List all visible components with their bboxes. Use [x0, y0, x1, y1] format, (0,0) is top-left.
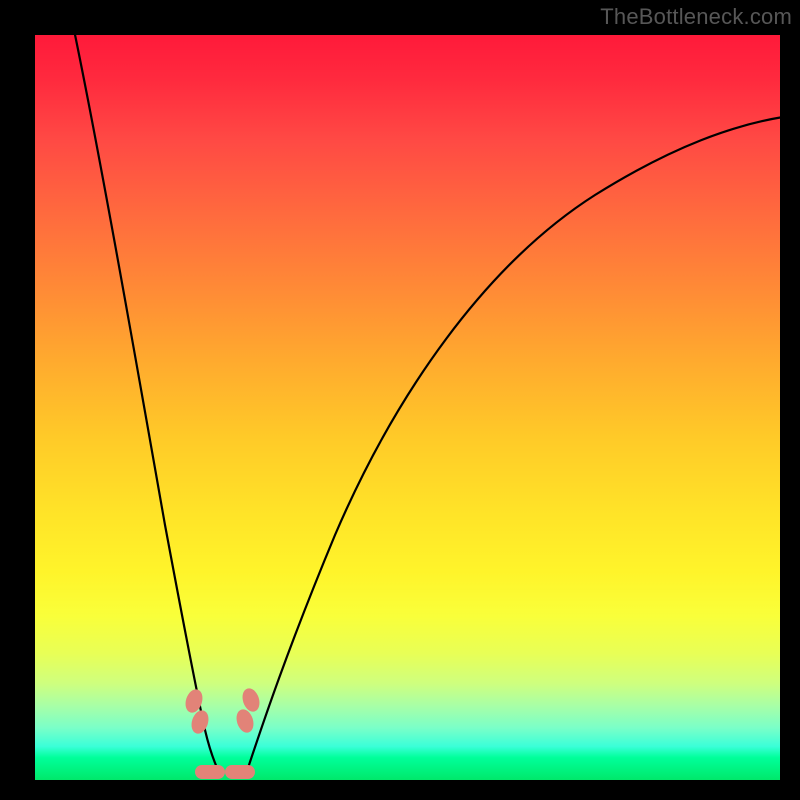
chart-frame: TheBottleneck.com: [0, 0, 800, 800]
curve-marker-bottom: [225, 765, 255, 779]
bottleneck-curve-right: [247, 117, 783, 771]
plot-area: [35, 35, 780, 780]
curve-marker-bottom: [195, 765, 225, 779]
watermark-text: TheBottleneck.com: [600, 4, 792, 30]
chart-svg: [35, 35, 780, 780]
bottleneck-curve-left: [73, 25, 218, 770]
